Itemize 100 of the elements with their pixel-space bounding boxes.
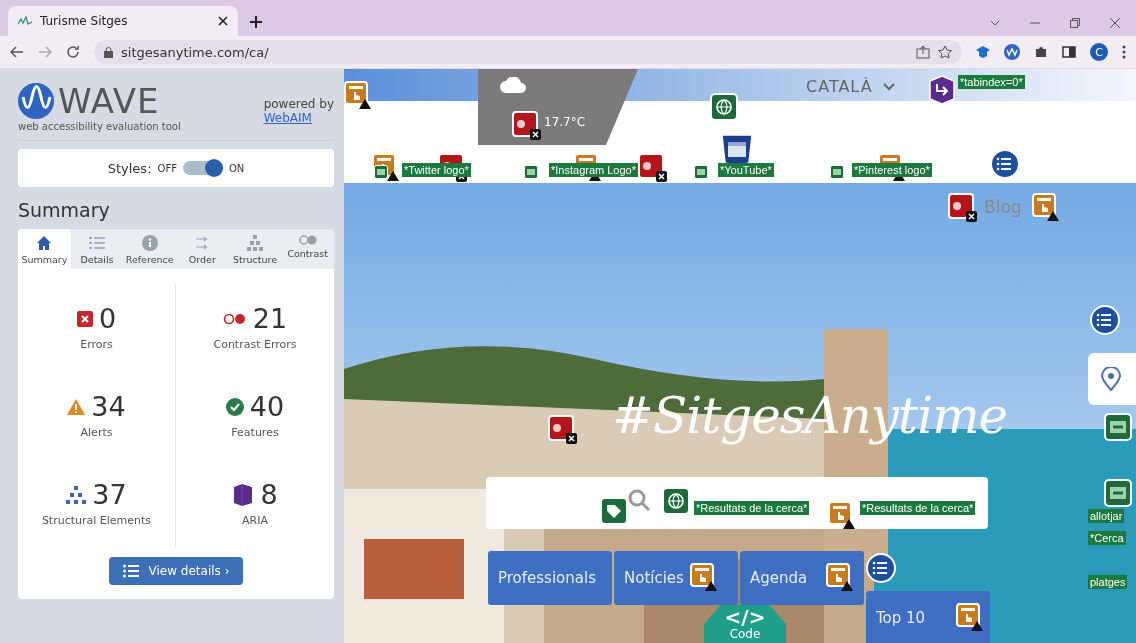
structure-icon bbox=[66, 485, 87, 504]
wave-label: *Instagram Logo* bbox=[549, 163, 638, 177]
image-feature-icon bbox=[524, 165, 538, 179]
site-favicon-icon bbox=[18, 16, 32, 26]
panel-tab[interactable]: Reference bbox=[123, 229, 176, 269]
nav-button[interactable]: Top 10 bbox=[866, 591, 990, 643]
wave-extension-icon[interactable] bbox=[1004, 44, 1020, 60]
styles-toggle[interactable] bbox=[182, 161, 223, 175]
wave-label: *Cerca bbox=[1088, 531, 1126, 545]
home-icon bbox=[36, 235, 53, 251]
image-feature-icon bbox=[694, 165, 708, 179]
styles-label: Styles: bbox=[107, 160, 152, 176]
reload-icon[interactable] bbox=[66, 45, 80, 59]
temperature: 17.7°C bbox=[544, 115, 586, 129]
nav-button[interactable]: Agenda bbox=[740, 551, 864, 605]
profile-avatar[interactable]: C bbox=[1090, 43, 1108, 61]
panel-tab[interactable]: Summary bbox=[18, 229, 71, 269]
code-button[interactable]: </> Code bbox=[704, 605, 786, 643]
new-tab-icon[interactable] bbox=[250, 16, 262, 28]
wave-label: *tabindex=0* bbox=[958, 75, 1025, 89]
puzzle-icon[interactable] bbox=[1034, 45, 1048, 59]
side-panel-icon[interactable] bbox=[1062, 46, 1076, 58]
stat-label: Errors bbox=[80, 338, 113, 351]
feature-icon bbox=[662, 487, 690, 515]
graduation-cap-icon[interactable] bbox=[976, 46, 990, 58]
link-feature-icon bbox=[1104, 413, 1132, 441]
wave-logo-icon bbox=[18, 83, 54, 119]
back-icon[interactable] bbox=[10, 46, 24, 58]
stat-label: Alerts bbox=[80, 426, 113, 439]
link-feature-icon bbox=[1104, 479, 1132, 507]
wave-label: *Resultats de la cerca* bbox=[860, 501, 976, 515]
browser-tab[interactable]: Turisme Sitges bbox=[8, 6, 238, 36]
panel-tab[interactable]: Contrast bbox=[281, 229, 335, 269]
list-icon bbox=[122, 564, 139, 578]
stat-label: Structural Elements bbox=[41, 514, 152, 527]
alert-icon bbox=[690, 563, 718, 593]
panel-tab[interactable]: Order bbox=[176, 229, 229, 269]
alert-icon bbox=[828, 501, 856, 531]
alert-icon bbox=[344, 81, 372, 111]
on-label: ON bbox=[228, 162, 245, 174]
stat-label: ARIA bbox=[242, 514, 268, 527]
wave-label: *Resultats de la cerca* bbox=[694, 501, 810, 515]
stat-label: Features bbox=[231, 426, 279, 439]
alert-icon bbox=[1032, 193, 1060, 223]
alert-icon bbox=[826, 563, 854, 593]
chevron-down-icon bbox=[882, 82, 895, 91]
stat-count: 40 bbox=[249, 391, 285, 422]
stat-count: 21 bbox=[252, 303, 288, 334]
error-icon bbox=[638, 153, 668, 183]
wave-label: *YouTube* bbox=[718, 163, 774, 177]
image-feature-icon bbox=[374, 165, 388, 179]
check-icon bbox=[225, 397, 244, 416]
panel-tab[interactable]: Details bbox=[70, 229, 124, 269]
star-icon[interactable] bbox=[938, 45, 952, 59]
chevron-down-icon[interactable] bbox=[990, 20, 1000, 26]
address-bar[interactable]: sitgesanytime.com/ca/ bbox=[94, 40, 962, 64]
share-icon[interactable] bbox=[916, 45, 930, 59]
info-icon bbox=[141, 235, 158, 251]
summary-heading: Summary bbox=[18, 199, 111, 221]
list-icon bbox=[990, 149, 1020, 179]
alert-icon bbox=[956, 603, 984, 633]
tab-title: Turisme Sitges bbox=[40, 14, 129, 28]
contrast-icon bbox=[222, 312, 247, 325]
stat-count: 0 bbox=[98, 303, 117, 334]
error-icon bbox=[76, 310, 93, 327]
list-icon bbox=[89, 235, 105, 251]
structure-icon bbox=[247, 235, 263, 251]
alert-icon bbox=[67, 398, 86, 415]
contrast-icon bbox=[298, 235, 317, 245]
wave-label: platges bbox=[1088, 575, 1128, 589]
restore-icon[interactable] bbox=[1070, 18, 1080, 28]
wave-label: allotjar bbox=[1088, 509, 1125, 523]
tagline: web accessibility evaluation tool bbox=[18, 121, 181, 132]
panel-tab[interactable]: Structure bbox=[228, 229, 282, 269]
list-icon bbox=[866, 553, 896, 583]
feature-icon bbox=[710, 93, 738, 121]
tag-icon bbox=[600, 497, 628, 525]
map-pin-icon[interactable] bbox=[1100, 367, 1122, 391]
image-feature-icon bbox=[830, 165, 844, 179]
wave-label: *Pinterest logo* bbox=[852, 163, 932, 177]
language-selector[interactable]: CATALÀ bbox=[806, 77, 895, 96]
nav-button[interactable]: Notícies bbox=[614, 551, 738, 605]
powered-by-text: powered by bbox=[263, 97, 334, 111]
view-details-button[interactable]: View details › bbox=[108, 557, 244, 585]
cloud-icon bbox=[500, 77, 526, 93]
webaim-link[interactable]: WebAIM bbox=[263, 111, 334, 125]
nav-button[interactable]: Professionals bbox=[488, 551, 612, 605]
stat-count: 37 bbox=[92, 479, 127, 510]
side-tab[interactable] bbox=[1088, 353, 1136, 405]
stat-label: Contrast Errors bbox=[213, 338, 297, 351]
stat-count: 8 bbox=[260, 479, 278, 510]
aria-icon bbox=[232, 483, 255, 506]
menu-icon[interactable] bbox=[1122, 45, 1126, 59]
list-icon bbox=[1090, 305, 1120, 335]
lock-icon bbox=[104, 46, 113, 58]
stat-count: 34 bbox=[91, 391, 126, 422]
wave-logo-text: WAVE bbox=[58, 81, 160, 121]
wave-label: *Twitter logo* bbox=[402, 163, 471, 177]
search-icon[interactable] bbox=[628, 489, 650, 511]
close-icon[interactable] bbox=[218, 16, 228, 26]
